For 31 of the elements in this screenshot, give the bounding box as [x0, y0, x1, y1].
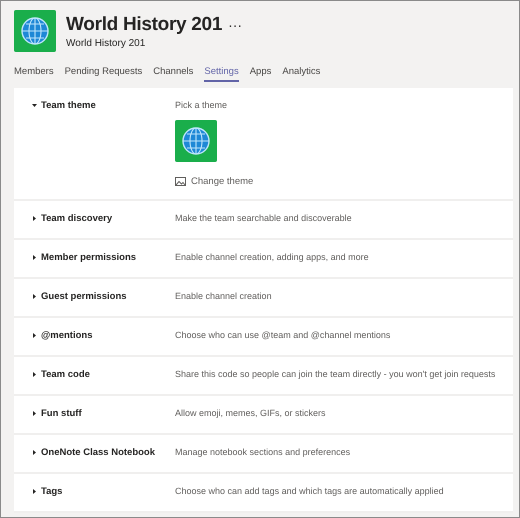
team-subtitle: World History 201 [66, 38, 146, 48]
setting-description: Make the team searchable and discoverable [175, 213, 352, 223]
team-name: World History 201 [66, 14, 222, 36]
setting-label: Team theme [41, 100, 97, 111]
tab[interactable]: Members [14, 66, 54, 82]
setting-description: Share this code so people can join the team directly - you won't get join requests [175, 369, 496, 379]
setting-description: Allow emoji, memes, GIFs, or stickers [175, 408, 326, 418]
setting-label: Guest permissions [41, 291, 128, 302]
theme-thumbnail [175, 120, 217, 162]
team-logo [14, 10, 56, 52]
setting-label: Team code [41, 369, 91, 380]
more-options-button[interactable]: ··· [228, 16, 242, 32]
setting-description: Choose who can use @team and @channel mentions [175, 330, 390, 340]
tab[interactable]: Analytics [282, 66, 320, 82]
setting-label: @mentions [41, 330, 94, 341]
setting-description: Manage notebook sections and preferences [175, 447, 350, 457]
setting-label: Tags [41, 486, 64, 497]
setting-label: Team discovery [41, 213, 114, 224]
image-icon [175, 177, 186, 186]
tab[interactable]: Settings [204, 66, 239, 82]
tab[interactable]: Channels [153, 66, 194, 82]
setting-description: Choose who can add tags and which tags are automatically applied [175, 486, 444, 496]
setting-description: Enable channel creation, adding apps, and more [175, 252, 369, 262]
tab[interactable]: Apps [250, 66, 272, 82]
change-theme-button[interactable]: Change theme [175, 172, 254, 187]
tab[interactable]: Pending Requests [64, 66, 142, 82]
setting-label: Member permissions [41, 252, 138, 263]
setting-label: OneNote Class Notebook [41, 447, 156, 458]
setting-description: Enable channel creation [175, 291, 272, 301]
setting-label: Fun stuff [41, 408, 83, 419]
setting-description: Pick a theme [175, 100, 228, 110]
